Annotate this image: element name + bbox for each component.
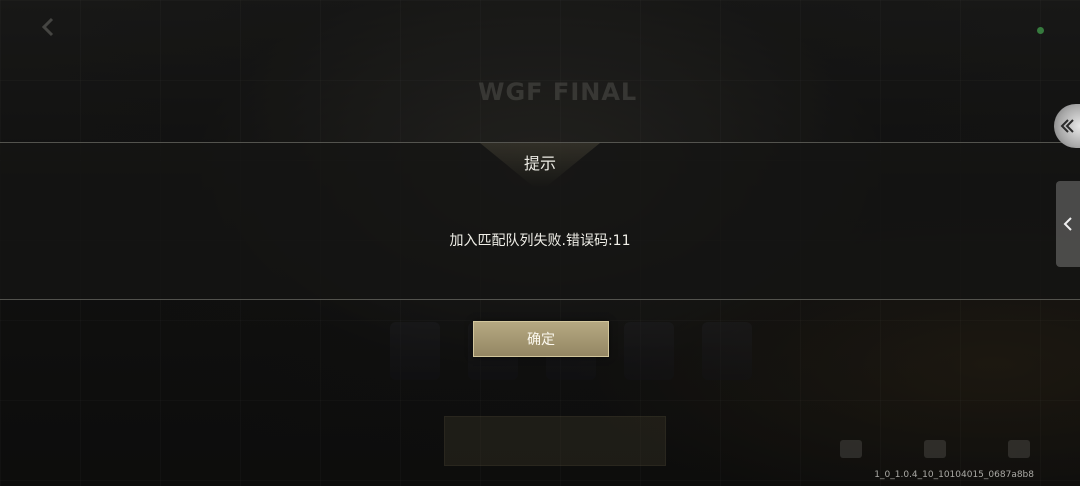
version-label: 1_0_1.0.4_10_10104015_0687a8b8 xyxy=(874,470,1034,480)
dialog-title: 提示 xyxy=(523,154,556,173)
game-screen: WGF FINAL 提示 加入匹配队列失败.错误码:11 确定 1_0_1.0.… xyxy=(0,0,1080,486)
confirm-button[interactable]: 确定 xyxy=(473,321,609,357)
dialog-message: 加入匹配队列失败.错误码:11 xyxy=(449,233,631,249)
chevron-left-icon[interactable] xyxy=(1056,181,1080,267)
